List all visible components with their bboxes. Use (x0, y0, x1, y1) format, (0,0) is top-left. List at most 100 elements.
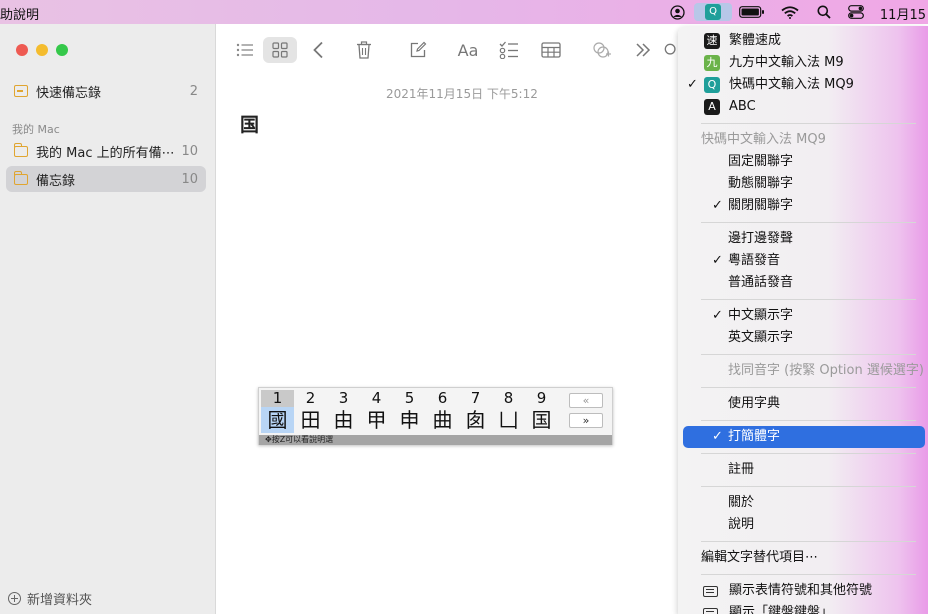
source-badge-icon: A (704, 99, 720, 115)
menu-item-register[interactable]: 註冊 (678, 459, 928, 481)
menu-header-label: 快碼中文輸入法 MQ9 (701, 132, 826, 147)
candidate-char[interactable]: 國 (261, 407, 294, 433)
candidate-number: 6 (437, 389, 448, 407)
menu-item-label: 關於 (728, 495, 755, 510)
keyboard-icon (703, 608, 718, 614)
menu-item-label: ABC (729, 99, 756, 114)
menu-item-label: 邊打邊發聲 (728, 231, 794, 246)
table-icon[interactable] (538, 37, 564, 63)
menu-item-label: 編輯文字替代項目⋯ (701, 550, 819, 565)
wifi-icon[interactable] (780, 3, 800, 21)
sidebar-item-notes[interactable]: 備忘錄 10 (6, 166, 206, 192)
candidate-number: 7 (470, 389, 481, 407)
menu-item-dictionary[interactable]: 使用字典 (678, 393, 928, 415)
collaborate-icon[interactable] (589, 37, 613, 63)
gallery-view-icon[interactable] (263, 37, 297, 63)
menu-item-help[interactable]: 說明 (678, 514, 928, 536)
menu-item-simplified[interactable]: ✓ 打簡體字 (683, 426, 925, 448)
menu-item-quick-mq9[interactable]: ✓ Q 快碼中文輸入法 MQ9 (678, 74, 928, 96)
menu-item-label: 顯示表情符號和其他符號 (729, 583, 873, 598)
menu-item-about[interactable]: 關於 (678, 492, 928, 514)
menu-item-label: 快碼中文輸入法 MQ9 (729, 77, 854, 92)
menu-item-label: 說明 (728, 517, 755, 532)
compose-icon[interactable] (406, 37, 430, 63)
candidate-char[interactable]: 囱 (459, 407, 492, 433)
close-window-button[interactable] (16, 44, 28, 56)
menu-bar-clock[interactable]: 11月15 (880, 4, 926, 23)
candidate-char[interactable]: 由 (327, 407, 360, 433)
candidate-number: 4 (371, 389, 382, 407)
battery-icon[interactable] (738, 3, 766, 21)
candidate-characters: 國 田 由 甲 申 曲 囱 凵 国 (261, 407, 558, 433)
menu-separator (701, 574, 916, 575)
menu-item-label: 九方中文輸入法 M9 (729, 55, 844, 70)
candidate-char[interactable]: 曲 (426, 407, 459, 433)
checklist-icon[interactable] (497, 37, 521, 63)
menu-item-label: 中文顯示字 (728, 308, 794, 323)
menu-item-emoji[interactable]: 顯示表情符號和其他符號 (678, 580, 928, 602)
back-icon[interactable] (307, 37, 329, 63)
menu-item-close-assoc[interactable]: ✓ 關閉關聯字 (678, 195, 928, 217)
text-format-icon[interactable]: Aa (455, 37, 481, 63)
menu-item-chinese-display[interactable]: ✓ 中文顯示字 (678, 305, 928, 327)
input-method-icon[interactable]: Q (694, 3, 732, 21)
menu-item-label: 固定關聯字 (728, 154, 794, 169)
more-chevron-icon[interactable] (632, 37, 654, 63)
sidebar-item-count: 10 (181, 171, 198, 187)
menu-item-abc[interactable]: A ABC (678, 96, 928, 118)
prev-page-button[interactable]: « (569, 393, 603, 408)
list-view-icon[interactable] (232, 37, 258, 63)
trash-icon[interactable] (352, 37, 376, 63)
candidate-char[interactable]: 甲 (360, 407, 393, 433)
note-body[interactable]: 国 (240, 110, 259, 137)
menu-item-keyboard-viewer[interactable]: 顯示「鍵盤鍵盤」 (678, 602, 928, 614)
candidate-char[interactable]: 国 (525, 407, 558, 433)
user-icon[interactable] (668, 3, 686, 21)
menu-item-label: 顯示「鍵盤鍵盤」 (729, 605, 834, 614)
menu-bar: 助說明 Q 11月15 (0, 0, 928, 24)
menu-separator (701, 486, 916, 487)
candidate-char[interactable]: 申 (393, 407, 426, 433)
new-folder-label: 新增資料夾 (27, 593, 93, 608)
sidebar-item-all-notes[interactable]: 我的 Mac 上的所有備⋯ 10 (6, 138, 206, 164)
keyboard-icon (703, 586, 718, 597)
next-page-button[interactable]: » (569, 413, 603, 428)
sidebar-item-quick-notes[interactable]: 快速備忘錄 2 (6, 78, 206, 104)
quick-note-icon (14, 85, 28, 97)
candidate-char[interactable]: 田 (294, 407, 327, 433)
menu-item-mandarin[interactable]: 普通話發音 (678, 272, 928, 294)
menu-item-english-display[interactable]: 英文顯示字 (678, 327, 928, 349)
candidate-char[interactable]: 凵 (492, 407, 525, 433)
control-center-icon[interactable] (846, 3, 866, 21)
menu-item-label: 關閉關聯字 (728, 198, 794, 213)
menu-item-cantonese[interactable]: ✓ 粵語發音 (678, 250, 928, 272)
candidate-number: 3 (338, 389, 349, 407)
menu-separator (701, 541, 916, 542)
menu-item-label: 普通話發音 (728, 275, 794, 290)
search-icon[interactable] (815, 3, 833, 21)
menu-item-dynamic-assoc[interactable]: 動態關聯字 (678, 173, 928, 195)
sidebar: 快速備忘錄 2 我的 Mac 我的 Mac 上的所有備⋯ 10 備忘錄 10 新… (0, 24, 216, 614)
menu-item-fixed-assoc[interactable]: 固定關聯字 (678, 151, 928, 173)
menu-separator (701, 420, 916, 421)
candidate-number: 1 (261, 390, 294, 407)
menu-item-edit-text-replacements[interactable]: 編輯文字替代項目⋯ (678, 547, 928, 569)
help-menu[interactable]: 助說明 (0, 4, 39, 23)
candidate-footer-hint[interactable]: ✥按Z可以看說明選 (259, 435, 612, 445)
menu-item-cangjie-quick[interactable]: 速 繁體速成 (678, 30, 928, 52)
menu-item-label: 註冊 (728, 462, 755, 477)
note-date: 2021年11月15日 下午5:12 (386, 87, 538, 101)
candidate-number: 9 (536, 389, 547, 407)
menu-item-speak-while-typing[interactable]: 邊打邊發聲 (678, 228, 928, 250)
menu-item-label: 找同音字 (按緊 Option 選候選字) (728, 363, 924, 378)
sidebar-item-count: 2 (189, 83, 198, 99)
folder-icon (13, 170, 28, 185)
minimize-window-button[interactable] (36, 44, 48, 56)
checkmark-icon: ✓ (687, 77, 698, 92)
menu-item-homophone: 找同音字 (按緊 Option 選候選字) (678, 360, 928, 382)
zoom-window-button[interactable] (56, 44, 68, 56)
search-notes-icon[interactable] (664, 37, 678, 63)
menu-item-jiufang[interactable]: 九 九方中文輸入法 M9 (678, 52, 928, 74)
menu-separator (701, 123, 916, 124)
new-folder-button[interactable]: 新增資料夾 (8, 589, 92, 608)
